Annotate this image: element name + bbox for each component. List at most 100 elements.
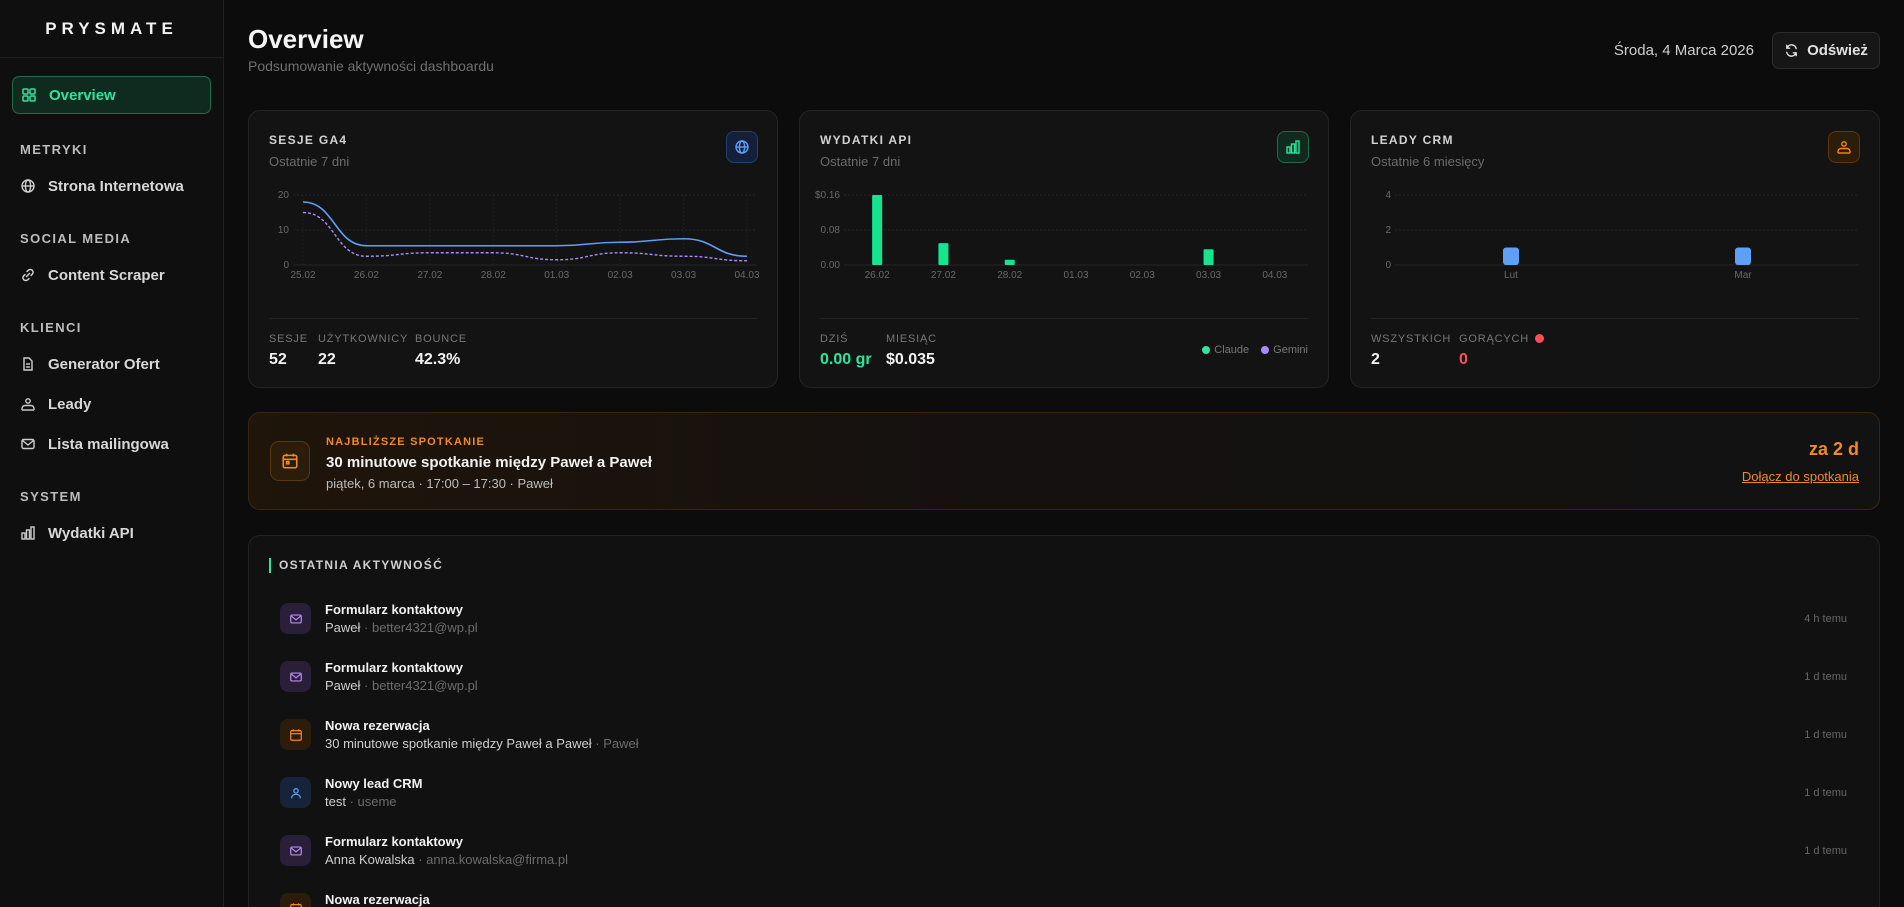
activity-item[interactable]: Formularz kontaktowy Paweł · better4321@w…	[277, 598, 1847, 656]
activity-list: Formularz kontaktowy Paweł · better4321@w…	[277, 598, 1847, 907]
stat-dzis: DZIŚ 0.00 gr	[820, 333, 872, 369]
card-subtitle: Ostatnie 7 dni	[269, 154, 350, 169]
activity-item[interactable]: Nowa rezerwacja 30 minutowe spotkanie mię…	[277, 714, 1847, 772]
stat-bounce: BOUNCE 42.3%	[415, 333, 467, 369]
activity-detail: Anna Kowalska · anna.kowalska@firma.pl	[325, 852, 568, 867]
globe-icon	[21, 179, 35, 193]
legend-label: Gemini	[1273, 344, 1308, 356]
users-icon	[1837, 141, 1851, 154]
bar-claude	[872, 195, 883, 265]
stat-value: $0.035	[886, 351, 935, 368]
mail-icon	[280, 835, 311, 866]
activity-time: 1 d temu	[1804, 787, 1847, 799]
crm-bar-chart: 0 2 4 Lut Mar	[1385, 190, 1859, 281]
nav-section-system: SYSTEM	[20, 489, 82, 504]
bar-claude	[938, 243, 949, 265]
activity-time: 4 h temu	[1804, 613, 1847, 625]
globe-icon	[735, 140, 749, 154]
activity-time: 1 d temu	[1804, 729, 1847, 741]
x-tick-label: 28.02	[997, 270, 1022, 281]
card-icon-button[interactable]	[726, 131, 758, 163]
stat-value: 42.3%	[415, 351, 461, 368]
x-tick-label: 26.02	[865, 270, 890, 281]
x-tick-label: 27.02	[931, 270, 956, 281]
legend-item-claude: Claude	[1202, 344, 1249, 356]
y-tick-label: 0	[283, 260, 289, 271]
card-divider	[820, 318, 1308, 319]
stat-label: WSZYSTKICH	[1371, 333, 1452, 345]
x-tick-label: 02.03	[608, 270, 633, 281]
bar-chart-icon	[21, 526, 35, 540]
card-icon-button[interactable]	[1828, 131, 1860, 163]
main-content: Overview Podsumowanie aktywności dashboa…	[248, 0, 1880, 907]
stat-label-text: GORĄCYCH	[1459, 333, 1529, 345]
activity-main: Paweł	[325, 678, 361, 693]
activity-item[interactable]: Formularz kontaktowy Anna Kowalska · anna…	[277, 830, 1847, 888]
legend-label: Claude	[1214, 344, 1250, 356]
meeting-meta: piątek, 6 marca · 17:00 – 17:30 · Paweł	[326, 476, 553, 491]
activity-title: Nowa rezerwacja	[325, 718, 430, 733]
activity-title: Formularz kontaktowy	[325, 602, 463, 617]
x-tick-label: 01.03	[544, 270, 569, 281]
y-tick-label: 2	[1385, 225, 1391, 236]
api-bar-chart: 0.00 0.08 $0.16 26.02 27.02 28.02 01.03 02.03 03…	[815, 190, 1308, 281]
document-icon	[23, 357, 33, 371]
stat-label: GORĄCYCH	[1459, 333, 1544, 345]
ga4-line-chart: 0 10 20 25.02 26.02 27.02 28.02 01.03 02.03 03.03…	[278, 190, 760, 281]
stat-label: DZIŚ	[820, 333, 849, 345]
stat-label: MIESIĄC	[886, 333, 937, 345]
sidebar-item-mailing[interactable]: Lista mailingowa	[12, 425, 211, 463]
card-divider	[1371, 318, 1859, 319]
activity-item[interactable]: Nowa rezerwacja	[277, 888, 1847, 907]
sidebar: PRYSMATE Overview METRYKI Strona Interne…	[0, 0, 224, 907]
x-tick-label: 25.02	[290, 270, 315, 281]
card-subtitle: Ostatnie 6 miesięcy	[1371, 154, 1485, 169]
join-meeting-link[interactable]: Dołącz do spotkania	[1742, 469, 1859, 484]
x-tick-label: 03.03	[1196, 270, 1221, 281]
next-meeting-banner: NAJBLIŻSZE SPOTKANIE 30 minutowe spotkan…	[248, 412, 1880, 510]
sidebar-item-strona[interactable]: Strona Internetowa	[12, 167, 211, 205]
card-crm-leads: LEADY CRM Ostatnie 6 miesięcy 0 2 4 Lut Mar …	[1350, 110, 1880, 388]
card-subtitle: Ostatnie 7 dni	[820, 154, 901, 169]
stat-value: 2	[1371, 351, 1380, 368]
card-divider	[269, 318, 757, 319]
hot-dot-icon	[1534, 334, 1544, 343]
activity-detail: Paweł · better4321@wp.pl	[325, 620, 478, 635]
card-icon-button[interactable]	[1277, 131, 1309, 163]
series-line-secondary	[302, 211, 748, 262]
x-tick-label: 03.03	[671, 270, 696, 281]
sidebar-item-oferty[interactable]: Generator Ofert	[12, 345, 211, 383]
activity-item[interactable]: Formularz kontaktowy Paweł · better4321@w…	[277, 656, 1847, 714]
grid-icon	[22, 88, 36, 102]
sidebar-item-wydatki[interactable]: Wydatki API	[12, 514, 211, 552]
y-tick-label: 10	[278, 225, 290, 236]
activity-extra: · useme	[345, 794, 397, 809]
y-tick-label: 0.00	[821, 260, 841, 271]
sidebar-item-overview[interactable]: Overview	[12, 76, 211, 114]
activity-item[interactable]: Nowy lead CRM test · useme 1 d temu	[277, 772, 1847, 830]
sidebar-item-leady[interactable]: Leady	[12, 385, 211, 423]
link-icon	[22, 268, 34, 282]
activity-extra: · anna.kowalska@firma.pl	[414, 852, 568, 867]
activity-main: 30 minutowe spotkanie między Paweł a Paw…	[325, 736, 592, 751]
brand-logo[interactable]: PRYSMATE	[0, 0, 223, 58]
recent-activity-panel: OSTATNIA AKTYWNOŚĆ Formularz kontaktowy P…	[248, 535, 1880, 907]
activity-extra: · better4321@wp.pl	[360, 620, 478, 635]
current-date: Środa, 4 Marca 2026	[1613, 42, 1754, 59]
card-title: LEADY CRM	[1371, 133, 1454, 147]
card-title: WYDATKI API	[820, 133, 913, 147]
page-title: Overview	[248, 24, 364, 54]
stat-label: BOUNCE	[415, 333, 467, 345]
x-tick-label: 01.03	[1063, 270, 1088, 281]
stat-value: 52	[269, 351, 287, 368]
users-icon	[21, 398, 35, 411]
sidebar-item-label: Lista mailingowa	[48, 435, 169, 453]
y-tick-label: 20	[278, 190, 290, 201]
refresh-button[interactable]: Odśwież	[1772, 32, 1880, 69]
x-tick-label: 28.02	[481, 270, 506, 281]
activity-main: test	[325, 794, 346, 809]
x-tick-label: 02.03	[1130, 270, 1155, 281]
sidebar-item-label: Wydatki API	[48, 524, 134, 542]
stat-wszystkich: WSZYSTKICH 2	[1371, 333, 1451, 369]
sidebar-item-scraper[interactable]: Content Scraper	[12, 256, 211, 294]
